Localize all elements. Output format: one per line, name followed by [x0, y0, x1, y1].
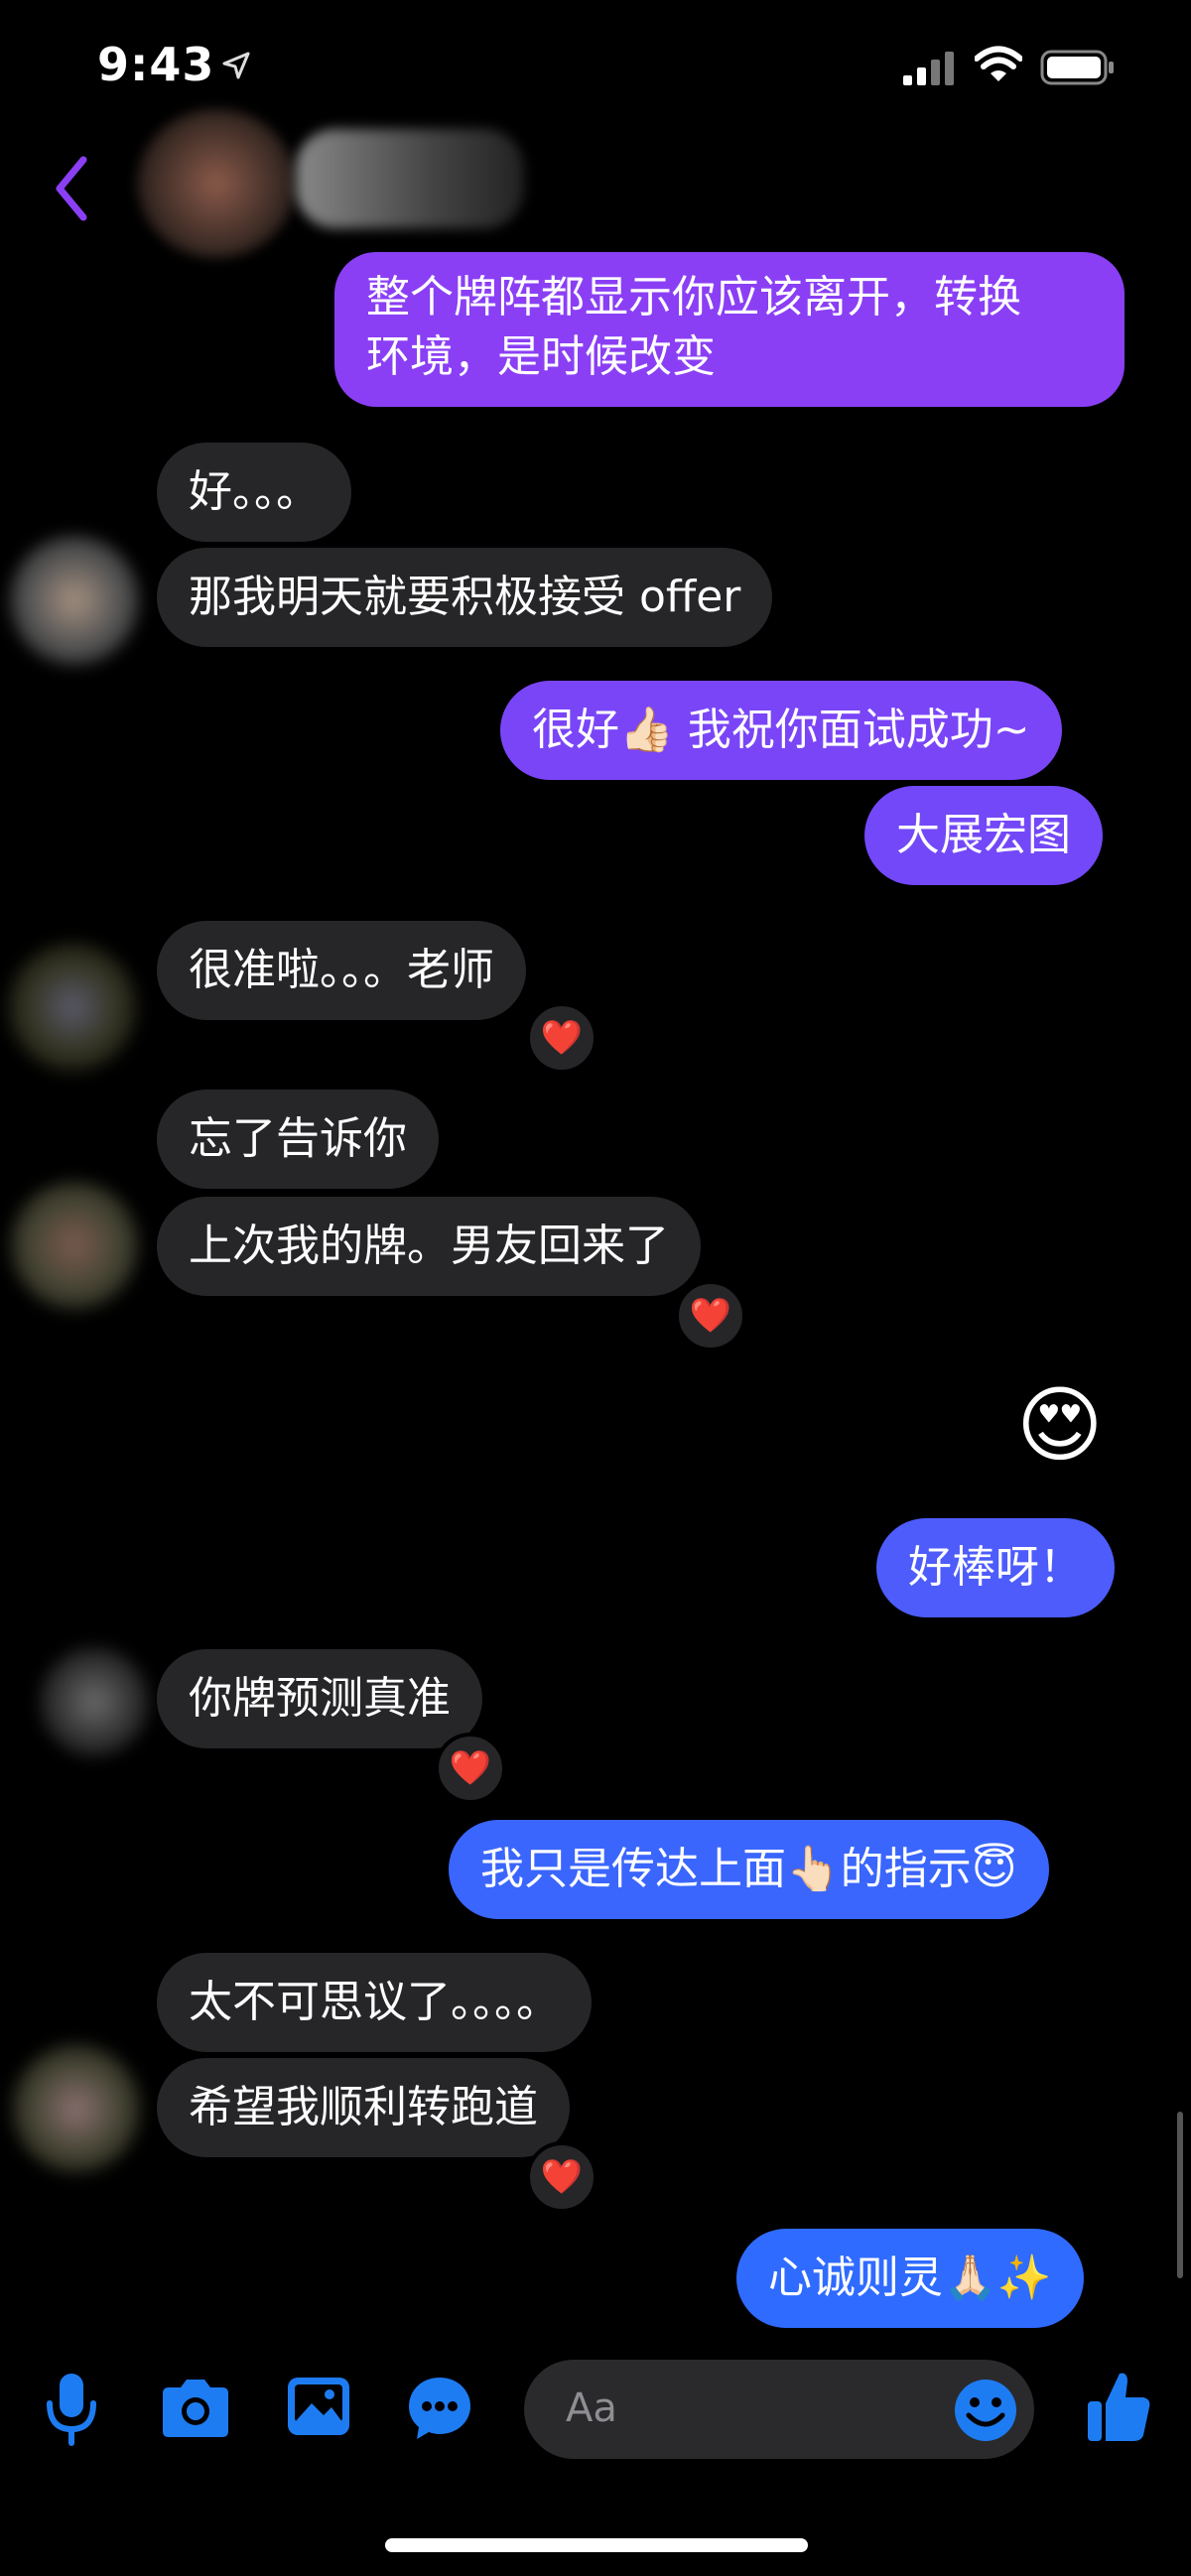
message-bubble[interactable]: 那我明天就要积极接受 offer	[157, 548, 773, 647]
gallery-icon[interactable]	[286, 2376, 351, 2437]
message-text: 大展宏图	[896, 810, 1071, 860]
cellular-signal-icon	[903, 52, 954, 85]
message-text: 环境，是时候改变	[366, 331, 716, 382]
contact-name[interactable]	[296, 129, 524, 228]
sender-avatar[interactable]	[12, 2044, 141, 2173]
message-text: 太不可思议了。。。。	[189, 1977, 560, 2027]
message-text: 那我明天就要积极接受 offer	[189, 572, 741, 622]
message-text: 好。。。	[189, 466, 320, 517]
emoji-icon[interactable]	[953, 2378, 1018, 2443]
message-bubble[interactable]: 希望我顺利转跑道	[157, 2058, 570, 2157]
message-bubble[interactable]: 很准啦。。。老师	[157, 921, 526, 1020]
back-icon[interactable]	[52, 154, 91, 223]
message-bubble[interactable]: 上次我的牌。男友回来了	[157, 1197, 701, 1296]
camera-icon[interactable]	[159, 2378, 232, 2439]
battery-icon	[1040, 50, 1114, 85]
scrollbar[interactable]	[1177, 2112, 1183, 2278]
message-bubble[interactable]: 忘了告诉你	[157, 1090, 439, 1189]
message-bubble[interactable]: 你牌预测真准	[157, 1649, 482, 1748]
heart-reaction[interactable]: ❤️	[675, 1280, 746, 1352]
message-bubble[interactable]: 太不可思议了。。。。	[157, 1953, 592, 2052]
message-text: 好棒呀！	[908, 1542, 1083, 1593]
message-text: 心诚则灵🙏🏻✨	[768, 2253, 1052, 2303]
sender-avatar[interactable]	[40, 1647, 149, 1756]
chat-bubble-icon[interactable]	[407, 2376, 472, 2441]
message-input-placeholder: Aa	[566, 2385, 617, 2431]
home-indicator[interactable]	[385, 2538, 808, 2552]
sender-avatar[interactable]	[10, 536, 139, 665]
message-text: 你牌预测真准	[189, 1673, 451, 1724]
heart-reaction[interactable]: ❤️	[526, 2141, 597, 2213]
thumbs-up-icon[interactable]	[1086, 2370, 1151, 2443]
status-time: 9:43	[97, 38, 215, 91]
sender-avatar[interactable]	[8, 943, 137, 1072]
message-text: 希望我顺利转跑道	[189, 2082, 538, 2132]
heart-reaction[interactable]: ❤️	[526, 1002, 597, 1074]
message-text: 整个牌阵都显示你应该离开，转换	[366, 272, 1021, 322]
microphone-icon[interactable]	[44, 2372, 99, 2447]
message-bubble[interactable]: 好。。。	[157, 443, 351, 542]
heart-reaction[interactable]: ❤️	[435, 1733, 506, 1804]
message-text: 上次我的牌。男友回来了	[189, 1221, 669, 1271]
message-bubble[interactable]: 心诚则灵🙏🏻✨	[736, 2229, 1084, 2328]
emoji-message[interactable]: 😍	[1016, 1375, 1104, 1475]
message-bubble[interactable]: 整个牌阵都显示你应该离开，转换 环境，是时候改变	[334, 252, 1125, 407]
contact-avatar[interactable]	[137, 109, 296, 258]
message-bubble[interactable]: 好棒呀！	[876, 1518, 1115, 1617]
message-text: 忘了告诉你	[189, 1113, 407, 1164]
message-text: 很准啦。。。老师	[189, 945, 494, 995]
wifi-icon	[975, 46, 1022, 81]
message-bubble[interactable]: 大展宏图	[864, 786, 1103, 885]
message-text: 很好👍🏻 我祝你面试成功~	[532, 705, 1030, 755]
message-text: 我只是传达上面👆🏻的指示😇	[480, 1844, 1017, 1894]
location-arrow-icon	[222, 52, 250, 79]
sender-avatar[interactable]	[10, 1181, 139, 1310]
message-bubble[interactable]: 很好👍🏻 我祝你面试成功~	[500, 681, 1062, 780]
message-bubble[interactable]: 我只是传达上面👆🏻的指示😇	[449, 1820, 1049, 1919]
